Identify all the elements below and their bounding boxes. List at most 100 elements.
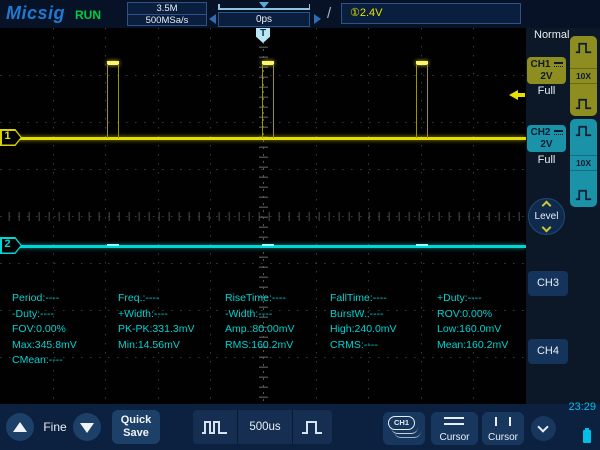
ch1-pulse-edge — [416, 64, 418, 138]
quick-save-button[interactable]: Quick Save — [112, 410, 160, 444]
pulse-train-icon — [202, 420, 227, 434]
ch2-ground-flag[interactable]: 2 — [0, 237, 22, 254]
ch1-bandwidth: Full — [537, 85, 556, 97]
horizontal-cursor-button[interactable]: Cursor — [431, 412, 478, 445]
ch1-pulse-icon-2 — [575, 98, 592, 110]
pan-right-icon[interactable] — [314, 14, 321, 24]
top-bar: Micsig RUN 3.5M 500MSa/s 0ps / ①2.4V — [0, 0, 600, 28]
ch2-flag-number: 2 — [4, 238, 11, 250]
ch1-pulse-edge — [426, 64, 428, 138]
meas-risetime: RiseTime:---- — [225, 292, 286, 304]
trigger-level-readout[interactable]: ①2.4V — [341, 3, 521, 24]
trigger-arrow-head — [509, 90, 518, 100]
meas-crms: CRMS:---- — [330, 338, 378, 351]
ch2-pulse-icon-2 — [575, 189, 592, 201]
channel-select-button[interactable]: CH1 — [383, 412, 425, 445]
meas-fov: FOV:0.00% — [12, 323, 66, 335]
adjust-down-button[interactable] — [73, 413, 101, 441]
ch4-button[interactable]: CH4 — [528, 339, 568, 364]
ch1-pulse-edge — [272, 64, 274, 138]
trigger-level-arrow-icon[interactable] — [509, 90, 525, 100]
ch2-pulse-icon — [575, 125, 592, 137]
memory-depth: 3.5M — [128, 3, 206, 15]
bottom-bar: Fine Quick Save 500us CH1 Cursor Cursor — [0, 401, 600, 450]
sample-rate: 500MSa/s — [145, 15, 189, 26]
ch1-pulse-icon — [575, 42, 592, 54]
timebase-readout[interactable]: 500us — [238, 410, 293, 444]
meas-mean: Mean:160.2mV — [437, 338, 509, 351]
level-button[interactable]: Level — [528, 198, 565, 235]
battery-icon — [583, 428, 591, 443]
ch2-scale: 2V — [540, 139, 553, 150]
meas-rov: ROV:0.00% — [437, 307, 493, 320]
up-triangle-icon — [13, 422, 27, 432]
adjust-up-button[interactable] — [6, 413, 34, 441]
center-horizontal-axis-ticks — [0, 212, 526, 221]
window-position-marker-icon — [259, 2, 269, 8]
ch3-button[interactable]: CH3 — [528, 271, 568, 296]
meas-amp: Amp.:80.00mV — [225, 323, 295, 335]
meas-low: Low:160.0mV — [437, 323, 502, 335]
fine-label: Fine — [43, 420, 67, 434]
ch1-badge[interactable]: CH1 2V — [527, 57, 566, 84]
run-status[interactable]: RUN — [75, 8, 101, 22]
trigger-arrow-tail — [518, 93, 525, 97]
ch2-badge-row1: CH2 — [527, 127, 566, 139]
meas-pos-width: +Width:---- — [118, 307, 168, 320]
bar-right-bracket — [308, 4, 310, 10]
meas-falltime: FallTime:---- — [330, 292, 387, 304]
timebase-control[interactable]: 500us — [193, 410, 332, 444]
level-up-chevron-icon — [541, 200, 551, 211]
ch1-pulse-edge — [262, 64, 264, 138]
pan-left-icon[interactable] — [209, 14, 216, 24]
dc-coupling-icon — [553, 62, 563, 67]
right-sidebar: Normal 10X CH1 2V Full 10X CH2 2V Full L… — [526, 28, 600, 404]
meas-burstw: BurstW.:---- — [330, 307, 384, 320]
channel-select-label: CH1 — [388, 416, 415, 430]
timebase-zoom-in-button[interactable] — [293, 410, 331, 444]
meas-pkpk: PK-PK:331.3mV — [118, 323, 195, 335]
ch1-scale: 2V — [540, 71, 553, 82]
ch2-attenuation: 10X — [570, 155, 597, 171]
horizontal-cursor-label: Cursor — [439, 432, 470, 443]
memory-position-bar[interactable] — [218, 2, 310, 12]
ch1-pulse-edge — [107, 64, 109, 138]
brand-logo: Micsig — [6, 3, 66, 23]
ch1-flag-number: 1 — [4, 130, 11, 142]
ch1-name: CH1 — [530, 59, 551, 70]
clock: 23:29 — [568, 401, 596, 413]
chevron-down-icon — [537, 421, 549, 433]
collapse-menu-button[interactable] — [531, 416, 556, 441]
timebase-zoom-out-button[interactable] — [193, 410, 238, 444]
ch2-glitch — [262, 243, 274, 246]
measurement-column-3: RiseTime:---- -Width:---- Amp.:80.00mV R… — [225, 291, 294, 353]
measurement-column-4: FallTime:---- BurstW.:---- High:240.0mV … — [330, 291, 397, 353]
meas-freq: Freq.:---- — [118, 292, 160, 304]
horizontal-cursor-icon — [444, 417, 464, 429]
ch2-badge[interactable]: CH2 2V — [527, 125, 566, 152]
ch2-name: CH2 — [530, 127, 551, 138]
meas-cmean: CMean:---- — [12, 354, 63, 366]
meas-neg-width: -Width:---- — [225, 307, 273, 320]
vertical-cursor-icon — [495, 417, 511, 426]
horizontal-position-readout[interactable]: 0ps — [218, 12, 310, 27]
level-label: Level — [534, 211, 559, 222]
acquire-mode-label[interactable]: Normal — [534, 29, 569, 41]
measurement-column-5: +Duty:---- ROV:0.00% Low:160.0mV Mean:16… — [437, 291, 508, 353]
ch1-probe-panel[interactable]: 10X — [570, 36, 597, 116]
ch1-attenuation: 10X — [570, 68, 597, 84]
measurement-column-1: Period:---- -Duty:---- FOV:0.00% Max:345… — [12, 291, 77, 369]
meas-rms: RMS:160.2mV — [225, 338, 294, 351]
oscilloscope-screen: Micsig RUN 3.5M 500MSa/s 0ps / ①2.4V T 1 — [0, 0, 600, 450]
vertical-cursor-button[interactable]: Cursor — [482, 412, 524, 445]
ch1-badge-row1: CH1 — [527, 59, 566, 71]
bar-line — [218, 8, 310, 10]
ch2-glitch — [416, 243, 428, 246]
measurement-column-2: Freq.:---- +Width:---- PK-PK:331.3mV Min… — [118, 291, 194, 353]
ch2-probe-panel[interactable]: 10X — [570, 119, 597, 207]
acquisition-info-box[interactable]: 3.5M 500MSa/s — [127, 2, 207, 26]
dc-coupling-icon-2 — [553, 130, 563, 135]
ch1-ground-flag[interactable]: 1 — [0, 129, 22, 146]
vertical-cursor-label: Cursor — [487, 432, 518, 443]
waveform-display[interactable]: T 1 2 Period:---- -Duty:---- FOV:0.00% M… — [0, 28, 526, 404]
